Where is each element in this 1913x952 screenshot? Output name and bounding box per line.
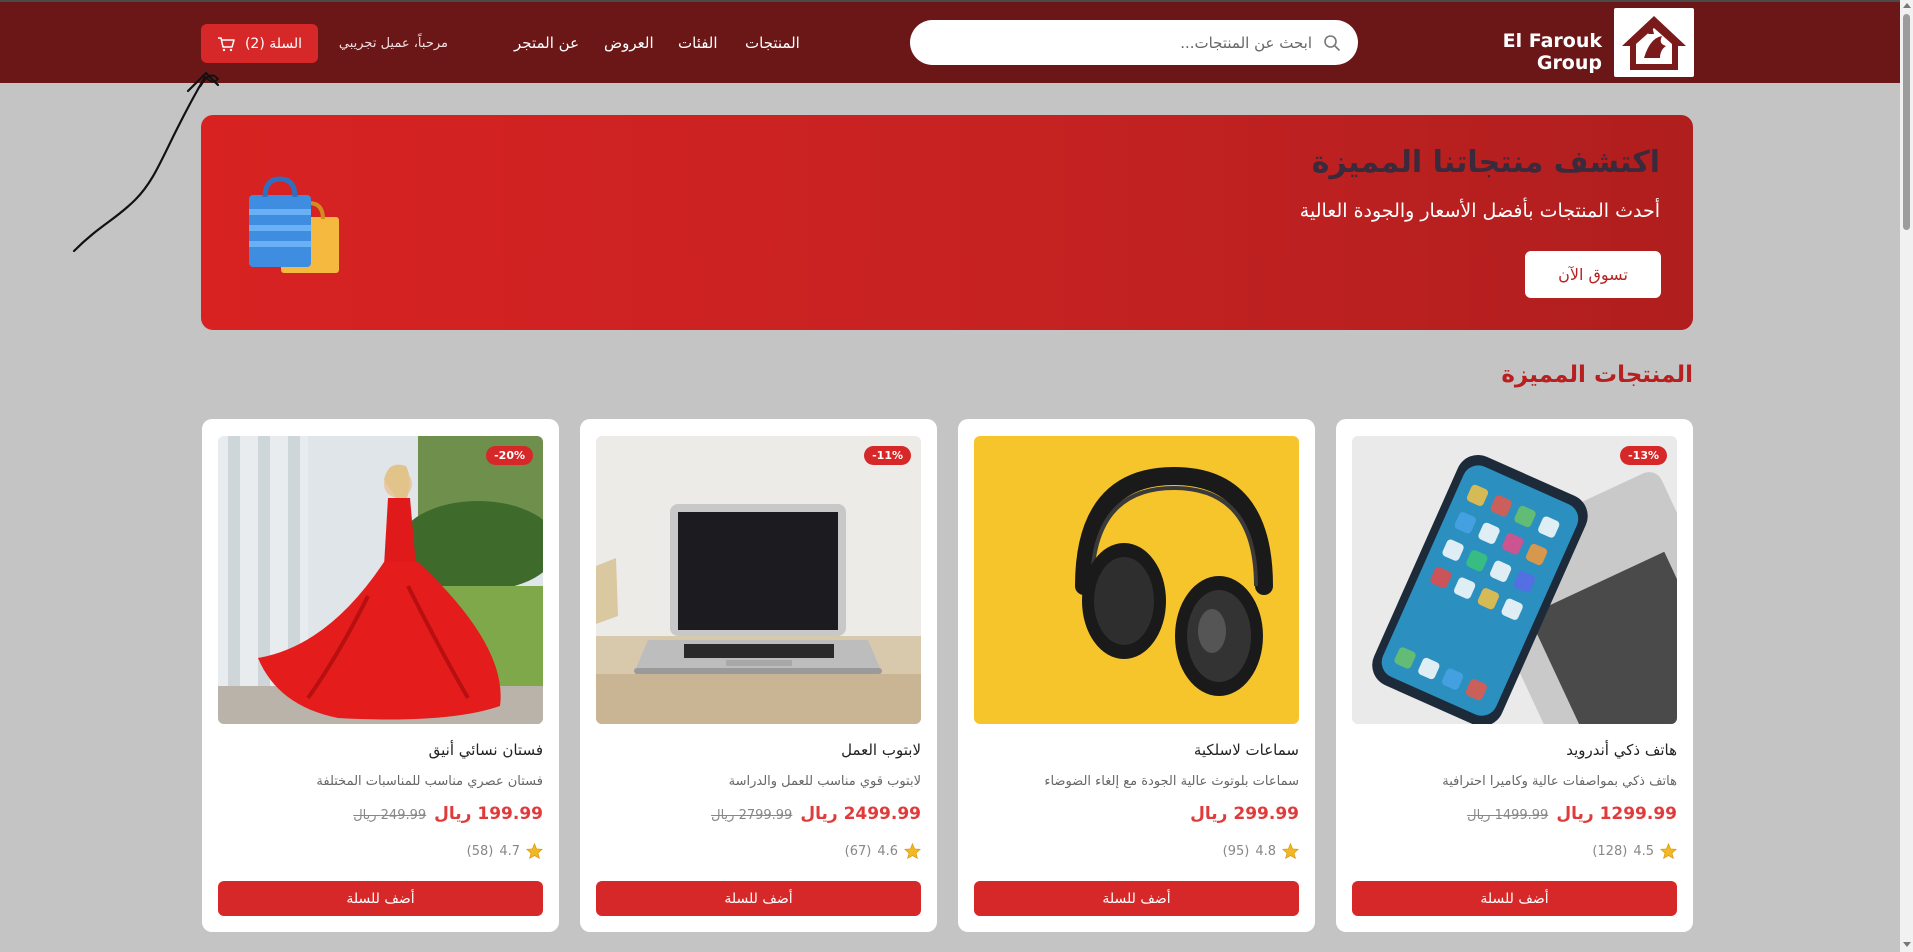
star-icon [904, 843, 921, 859]
product-description: لابتوب قوي مناسب للعمل والدراسة [728, 774, 921, 789]
discount-badge: -11% [864, 446, 911, 465]
search-icon[interactable] [1322, 33, 1342, 53]
star-icon [1282, 843, 1299, 859]
add-to-cart-button[interactable]: أضف للسلة [218, 881, 543, 916]
price-row: 1299.99 ريال 1499.99 ريال [1467, 804, 1677, 824]
product-image[interactable]: -13% [1352, 436, 1677, 724]
nav-about[interactable]: عن المتجر [514, 34, 579, 52]
discount-badge: -13% [1620, 446, 1667, 465]
product-image[interactable]: -20% [218, 436, 543, 724]
scroll-down-arrow[interactable] [1903, 942, 1911, 947]
hero-banner: اكتشف منتجاتنا المميزة أحدث المنتجات بأف… [201, 115, 1693, 330]
product-image[interactable] [974, 436, 1299, 724]
rating-value: 4.6 [877, 843, 898, 859]
scroll-thumb[interactable] [1903, 14, 1910, 230]
hero-title: اكتشف منتجاتنا المميزة [1311, 145, 1660, 180]
logo-house-icon [1622, 16, 1686, 70]
hero-subtitle: أحدث المنتجات بأفضل الأسعار والجودة العا… [1299, 200, 1660, 222]
product-price: 199.99 ريال [434, 804, 543, 824]
shopping-bag-icon [249, 176, 339, 273]
laptop-image [596, 436, 921, 724]
cart-icon [217, 36, 235, 51]
add-to-cart-button[interactable]: أضف للسلة [974, 881, 1299, 916]
phone-image [1352, 436, 1677, 724]
site-header: El Farouk Group المنتجات الفئات العروض ع… [0, 2, 1900, 83]
old-price: 249.99 ريال [353, 808, 427, 823]
rating-value: 4.8 [1255, 843, 1276, 859]
rating-value: 4.5 [1633, 843, 1654, 859]
product-name[interactable]: هاتف ذكي أندرويد [1566, 741, 1677, 759]
review-count: (95) [1222, 843, 1250, 859]
product-price: 299.99 ريال [1190, 804, 1299, 824]
search-bar[interactable] [910, 20, 1358, 65]
star-icon [1660, 843, 1677, 859]
product-card[interactable]: سماعات لاسلكية سماعات بلوتوث عالية الجود… [958, 419, 1315, 932]
shop-now-button[interactable]: تسوق الآن [1525, 251, 1661, 298]
headphones-image [974, 436, 1299, 724]
scroll-up-arrow[interactable] [1903, 3, 1911, 8]
section-title: المنتجات المميزة [1501, 362, 1693, 388]
product-rating: 4.7 (58) [467, 843, 543, 859]
product-description: سماعات بلوتوث عالية الجودة مع إلغاء الضو… [1044, 774, 1299, 789]
product-description: فستان عصري مناسب للمناسبات المختلفة [316, 774, 543, 789]
nav-categories[interactable]: الفئات [678, 34, 718, 52]
rating-value: 4.7 [499, 843, 520, 859]
product-rating: 4.6 (67) [845, 843, 921, 859]
product-card[interactable]: -11% لابتوب العمل لابتوب قوي مناسب للعمل… [580, 419, 937, 932]
discount-badge: -20% [486, 446, 533, 465]
price-row: 299.99 ريال [1190, 804, 1299, 824]
product-card[interactable]: -20% فستان نسائي أنيق فستان عصري مناسب ل… [202, 419, 559, 932]
product-price: 1299.99 ريال [1556, 804, 1677, 824]
dress-image [218, 436, 543, 724]
page-scrollbar[interactable] [1900, 0, 1913, 952]
old-price: 1499.99 ريال [1467, 808, 1549, 823]
user-greeting: مرحباً، عميل تجريبي [338, 36, 448, 51]
brand-name[interactable]: El Farouk Group [1440, 30, 1602, 74]
review-count: (67) [844, 843, 872, 859]
nav-products[interactable]: المنتجات [745, 34, 800, 52]
product-rating: 4.5 (128) [1592, 843, 1677, 859]
search-input[interactable] [932, 28, 1312, 58]
review-count: (58) [466, 843, 494, 859]
product-rating: 4.8 (95) [1223, 843, 1299, 859]
product-name[interactable]: فستان نسائي أنيق [429, 741, 543, 759]
nav-offers[interactable]: العروض [604, 34, 654, 52]
star-icon [526, 843, 543, 859]
product-image[interactable]: -11% [596, 436, 921, 724]
add-to-cart-button[interactable]: أضف للسلة [1352, 881, 1677, 916]
product-description: هاتف ذكي بمواصفات عالية وكاميرا احترافية [1442, 774, 1677, 789]
old-price: 2799.99 ريال [711, 808, 793, 823]
product-name[interactable]: سماعات لاسلكية [1194, 741, 1299, 759]
review-count: (128) [1592, 843, 1628, 859]
product-card[interactable]: -13% هاتف ذكي أندرويد هاتف ذكي بمواصفات … [1336, 419, 1693, 932]
add-to-cart-button[interactable]: أضف للسلة [596, 881, 921, 916]
price-row: 2499.99 ريال 2799.99 ريال [711, 804, 921, 824]
cart-label: السلة (2) [244, 35, 303, 52]
product-name[interactable]: لابتوب العمل [841, 741, 921, 759]
product-price: 2499.99 ريال [800, 804, 921, 824]
price-row: 199.99 ريال 249.99 ريال [353, 804, 543, 824]
logo[interactable] [1614, 8, 1694, 77]
